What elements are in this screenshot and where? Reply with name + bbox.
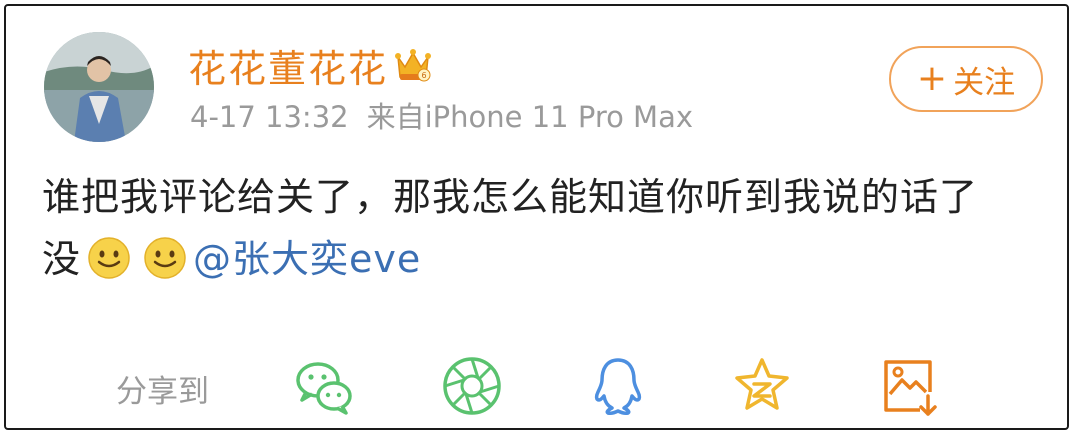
post-content: 谁把我评论给关了，那我怎么能知道你听到我说的话了 没 @张大奕eve <box>42 166 1052 290</box>
post-text-line2: 没 @张大奕eve <box>42 228 1052 290</box>
mention-link[interactable]: @张大奕eve <box>193 237 421 281</box>
moments-icon[interactable] <box>440 354 504 418</box>
svg-text:6: 6 <box>421 71 426 80</box>
avatar[interactable] <box>44 32 154 142</box>
username[interactable]: 花花董花花 <box>188 38 388 93</box>
smile-emoji-icon <box>87 236 131 280</box>
plus-icon: + <box>916 58 948 99</box>
save-image-icon[interactable] <box>876 354 940 418</box>
share-label: 分享到 <box>116 374 209 410</box>
follow-button[interactable]: + 关注 <box>889 46 1043 112</box>
qq-icon[interactable] <box>586 354 650 418</box>
post-time: 4-17 13:32 <box>190 100 349 134</box>
wechat-icon[interactable] <box>292 354 356 418</box>
post-text-line1: 谁把我评论给关了，那我怎么能知道你听到我说的话了 <box>42 175 979 219</box>
smile-emoji-icon <box>143 236 187 280</box>
qzone-icon[interactable] <box>730 354 794 418</box>
weibo-post-card: 花花董花花 6 4-17 13:32 来自iPhone 11 Pro Max + … <box>4 4 1069 430</box>
post-meta: 4-17 13:32 来自iPhone 11 Pro Max <box>190 94 693 136</box>
post-source: 来自iPhone 11 Pro Max <box>366 100 694 134</box>
crown-vip-icon: 6 <box>394 47 432 83</box>
post-text-prefix: 没 <box>42 237 82 281</box>
follow-label: 关注 <box>953 64 1016 101</box>
